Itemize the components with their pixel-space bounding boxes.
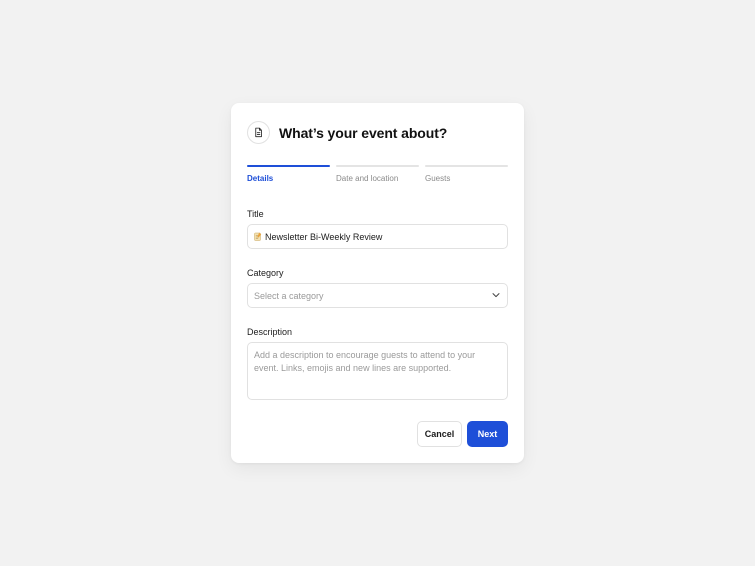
category-select[interactable]: Select a category (247, 283, 508, 308)
step-progress-bar (247, 165, 330, 167)
step-guests[interactable]: Guests (425, 165, 508, 183)
step-progress-bar (425, 165, 508, 167)
title-field-label: Title (247, 209, 264, 219)
step-label: Date and location (336, 174, 399, 183)
chevron-down-icon (491, 290, 501, 302)
event-dialog: What’s your event about? Details Date an… (231, 103, 524, 463)
memo-emoji-icon (254, 232, 262, 241)
title-input[interactable]: Newsletter Bi-Weekly Review (247, 224, 508, 249)
step-date-and-location[interactable]: Date and location (336, 165, 419, 183)
step-progress-bar (336, 165, 419, 167)
step-details[interactable]: Details (247, 165, 330, 183)
dialog-title: What’s your event about? (279, 124, 448, 141)
document-icon (247, 121, 270, 144)
step-label: Guests (425, 174, 451, 183)
title-input-value: Newsletter Bi-Weekly Review (265, 231, 383, 242)
step-label: Details (247, 174, 274, 183)
description-field-label: Description (247, 327, 293, 337)
next-button[interactable]: Next (467, 421, 508, 447)
description-textarea[interactable]: Add a description to encourage guests to… (247, 342, 508, 400)
stepper: Details Date and location Guests (247, 165, 508, 183)
dialog-header: What’s your event about? (247, 121, 447, 144)
category-field-label: Category (247, 268, 284, 278)
cancel-button[interactable]: Cancel (417, 421, 462, 447)
category-select-placeholder: Select a category (254, 290, 324, 301)
